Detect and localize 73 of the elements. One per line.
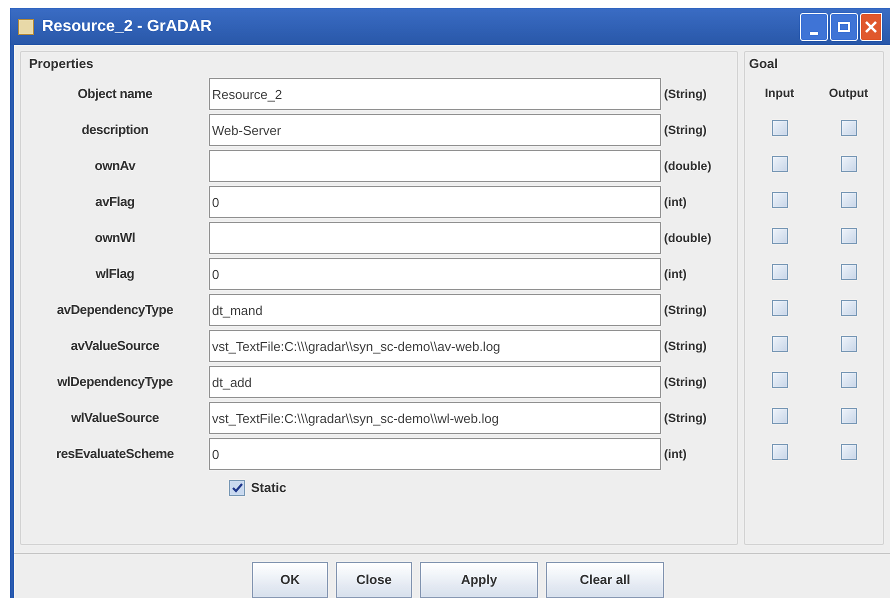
type-label: (String) bbox=[663, 410, 707, 427]
type-label: (double) bbox=[663, 158, 712, 175]
checkbox[interactable] bbox=[840, 156, 856, 172]
checkbox[interactable] bbox=[840, 408, 856, 424]
checkbox[interactable] bbox=[840, 372, 856, 388]
dialog-button[interactable]: Close bbox=[336, 562, 412, 598]
checkbox-label: Static bbox=[251, 479, 286, 497]
input-field[interactable]: dt_add bbox=[209, 366, 661, 398]
field-label: avDependencyType bbox=[56, 301, 174, 320]
checkbox[interactable] bbox=[840, 300, 856, 316]
close-icon bbox=[865, 20, 877, 32]
type-label: (String) bbox=[663, 86, 707, 103]
dialog-button[interactable]: Apply bbox=[420, 562, 538, 598]
type-label: (int) bbox=[663, 266, 687, 283]
minimize-button[interactable] bbox=[800, 12, 828, 40]
field-label: wlValueSource bbox=[70, 409, 160, 428]
checkbox[interactable] bbox=[840, 444, 856, 460]
type-label: (int) bbox=[663, 194, 687, 211]
field-label: avFlag bbox=[94, 193, 136, 212]
checkbox[interactable] bbox=[772, 372, 788, 388]
app-icon bbox=[18, 18, 34, 34]
minimize-icon bbox=[810, 32, 818, 34]
type-label: (String) bbox=[663, 122, 707, 139]
checkbox[interactable] bbox=[772, 408, 788, 424]
field-label: description bbox=[80, 121, 150, 140]
checkbox[interactable] bbox=[229, 480, 245, 496]
checkbox[interactable] bbox=[840, 120, 856, 136]
checkbox[interactable] bbox=[840, 336, 856, 352]
window-title: Resource_2 - GrADAR bbox=[42, 16, 212, 36]
checkbox[interactable] bbox=[772, 264, 788, 280]
input-field[interactable]: 0 bbox=[209, 438, 661, 470]
panel-title: Properties bbox=[28, 55, 94, 74]
input-field[interactable]: vst_TextFile:C:\\\gradar\\syn_sc-demo\\av-web.log bbox=[209, 330, 661, 362]
input-field[interactable] bbox=[209, 222, 661, 254]
checkbox[interactable] bbox=[772, 444, 788, 460]
close-button[interactable] bbox=[860, 12, 882, 40]
field-label: ownWl bbox=[94, 229, 136, 248]
field-label: resEvaluateScheme bbox=[55, 445, 175, 464]
checkbox[interactable] bbox=[772, 228, 788, 244]
checkbox[interactable] bbox=[772, 300, 788, 316]
input-field[interactable]: Web-Server bbox=[209, 114, 661, 146]
maximize-icon bbox=[838, 22, 850, 32]
column-heading: Input bbox=[764, 85, 796, 102]
input-field[interactable]: 0 bbox=[209, 186, 661, 218]
input-field[interactable]: Resource_2 bbox=[209, 78, 661, 110]
static-checkbox-row[interactable]: Static bbox=[229, 478, 737, 498]
checkbox[interactable] bbox=[840, 228, 856, 244]
type-label: (String) bbox=[663, 338, 707, 355]
field-label: avValueSource bbox=[70, 337, 160, 356]
type-label: (double) bbox=[663, 230, 712, 247]
input-field[interactable]: vst_TextFile:C:\\\gradar\\syn_sc-demo\\wl-web.log bbox=[209, 402, 661, 434]
checkbox[interactable] bbox=[772, 192, 788, 208]
input-field[interactable]: dt_mand bbox=[209, 294, 661, 326]
maximize-button[interactable] bbox=[830, 12, 858, 40]
field-label: Object name bbox=[76, 85, 154, 104]
checkbox[interactable] bbox=[840, 192, 856, 208]
column-heading: Output bbox=[828, 85, 870, 102]
input-field[interactable] bbox=[209, 150, 661, 182]
field-label: ownAv bbox=[94, 157, 136, 176]
type-label: (String) bbox=[663, 374, 707, 391]
field-label: wlDependencyType bbox=[56, 373, 174, 392]
field-label: wlFlag bbox=[94, 265, 136, 284]
checkbox[interactable] bbox=[772, 336, 788, 352]
type-label: (String) bbox=[663, 302, 707, 319]
checkbox[interactable] bbox=[772, 120, 788, 136]
checkbox[interactable] bbox=[840, 264, 856, 280]
dialog-button[interactable]: Clear all bbox=[546, 562, 664, 598]
dialog-button[interactable]: OK bbox=[252, 562, 328, 598]
input-field[interactable]: 0 bbox=[209, 258, 661, 290]
type-label: (int) bbox=[663, 446, 687, 463]
check-icon bbox=[232, 482, 242, 494]
panel-title: Goal bbox=[748, 55, 779, 74]
checkbox[interactable] bbox=[772, 156, 788, 172]
